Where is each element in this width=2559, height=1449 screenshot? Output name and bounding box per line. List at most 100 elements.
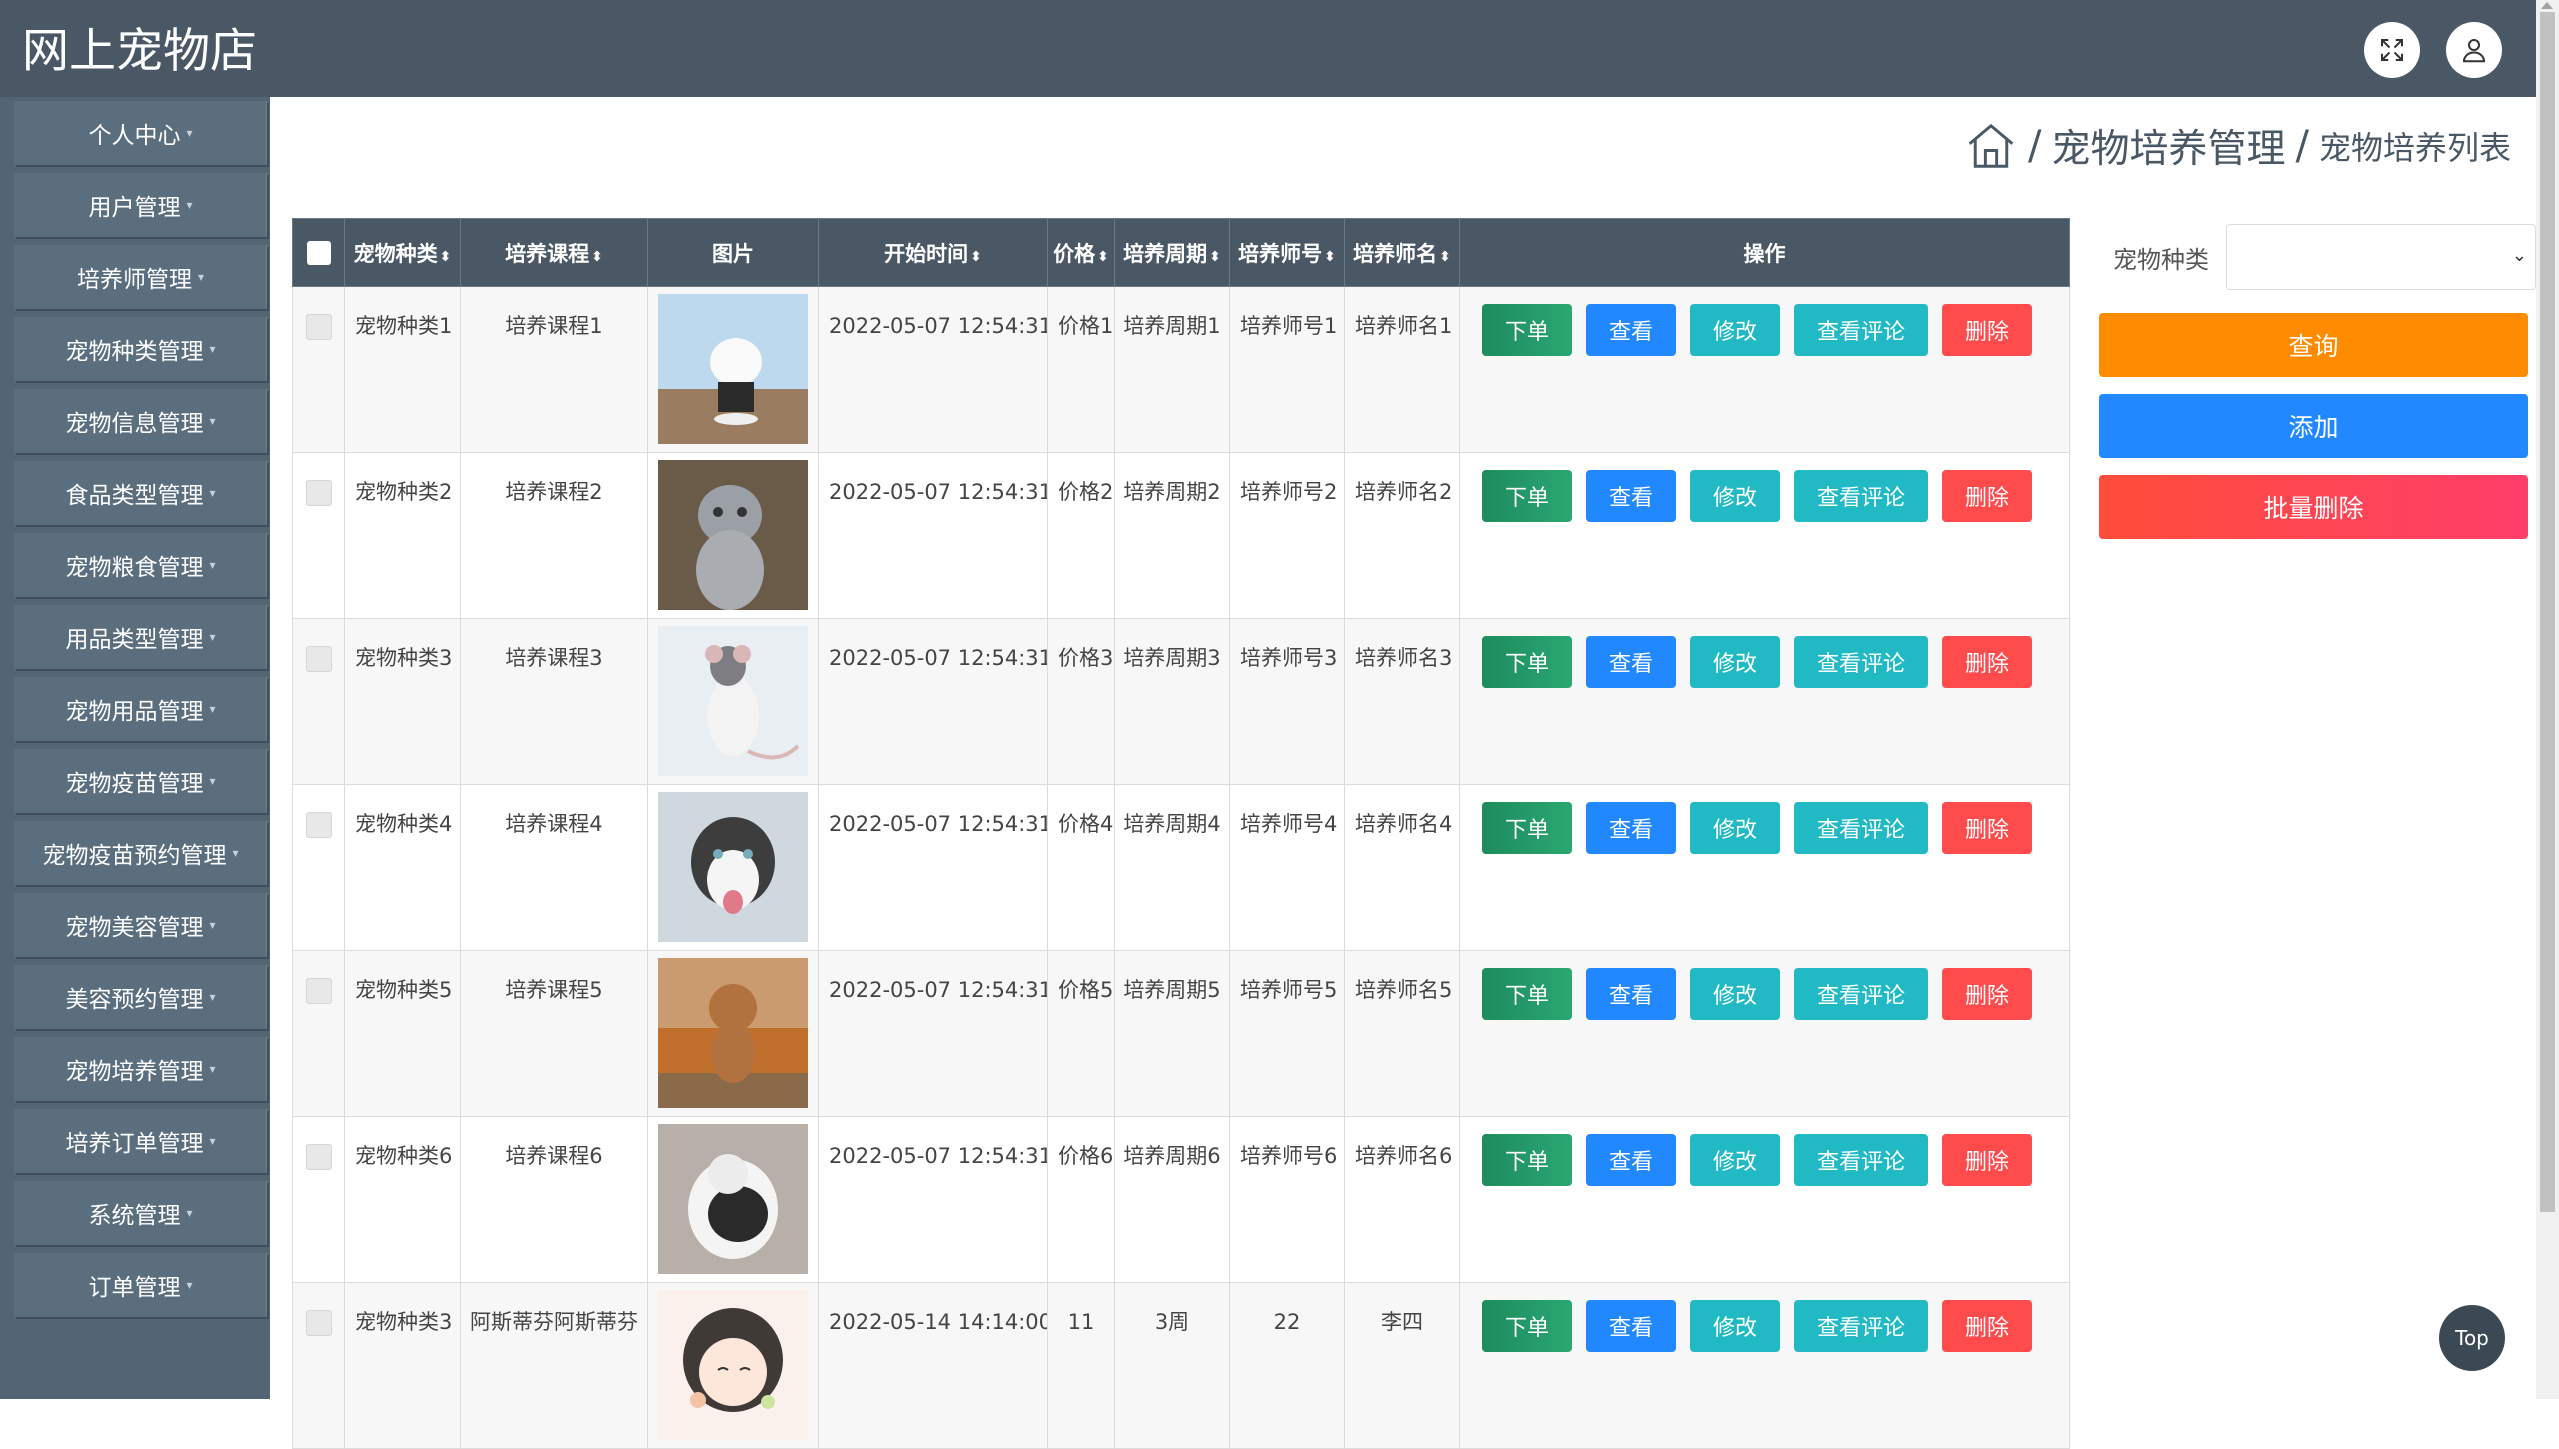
sidebar-item[interactable]: 用品类型管理 ▾ [14,605,267,669]
sidebar-item[interactable]: 宠物用品管理 ▾ [14,677,267,741]
species-select[interactable]: ⌄ [2226,224,2536,290]
view-reviews-button[interactable]: 查看评论 [1794,968,1928,1020]
white-dog-photo [658,294,808,444]
header-price[interactable]: 价格 ⬍ [1047,218,1115,287]
sidebar-item[interactable]: 个人中心 ▾ [14,101,267,165]
chevron-down-icon: ▾ [232,846,239,860]
delete-button[interactable]: 删除 [1942,636,2032,688]
period-value: 培养周期3 [1123,646,1221,670]
sidebar-item-label: 食品类型管理 [65,483,204,509]
sidebar-item[interactable]: 订单管理 ▾ [14,1253,267,1317]
view-reviews-button[interactable]: 查看评论 [1794,1134,1928,1186]
order-button[interactable]: 下单 [1482,304,1572,356]
row-checkbox[interactable] [305,646,332,672]
sidebar-item[interactable]: 宠物信息管理 ▾ [14,389,267,453]
edit-button[interactable]: 修改 [1690,1300,1780,1352]
sidebar-item[interactable]: 美容预约管理 ▾ [14,965,267,1029]
sort-icon: ⬍ [1209,248,1221,265]
fullscreen-button[interactable] [2364,22,2420,78]
row-checkbox[interactable] [305,812,332,838]
sidebar-item[interactable]: 宠物疫苗管理 ▾ [14,749,267,813]
view-button[interactable]: 查看 [1586,1134,1676,1186]
row-checkbox[interactable] [305,978,332,1004]
header-course[interactable]: 培养课程 ⬍ [460,218,648,287]
edit-button[interactable]: 修改 [1690,470,1780,522]
order-button[interactable]: 下单 [1482,968,1572,1020]
view-button[interactable]: 查看 [1586,470,1676,522]
delete-button[interactable]: 删除 [1942,968,2032,1020]
sidebar-item[interactable]: 宠物疫苗预约管理 ▾ [14,821,267,885]
cell-course: 培养课程1 [460,286,648,453]
chevron-down-icon: ⌄ [2511,245,2527,266]
sidebar-item[interactable]: 培养师管理 ▾ [14,245,267,309]
start-time-value: 2022-05-14 14:14:00 [829,1310,1047,1334]
chevron-down-icon: ▾ [209,558,216,572]
row-checkbox[interactable] [305,314,332,340]
sort-icon: ⬍ [1324,248,1336,265]
edit-button[interactable]: 修改 [1690,968,1780,1020]
sidebar-item[interactable]: 宠物种类管理 ▾ [14,317,267,381]
sidebar-item[interactable]: 培养订单管理 ▾ [14,1109,267,1173]
select-all-checkbox[interactable] [306,241,331,265]
edit-button[interactable]: 修改 [1690,304,1780,356]
cell-start-time: 2022-05-07 12:54:31 [818,618,1048,785]
sidebar-item[interactable]: 系统管理 ▾ [14,1181,267,1245]
sidebar-item[interactable]: 宠物培养管理 ▾ [14,1037,267,1101]
checkbox-cell [292,618,345,785]
cell-period: 培养周期2 [1114,452,1230,619]
delete-button[interactable]: 删除 [1942,1300,2032,1352]
batch-delete-button[interactable]: 批量删除 [2099,475,2528,539]
pet-training-table: 宠物种类 ⬍ 培养课程 ⬍ 图片 开始时间 ⬍ 价格 ⬍ 培养周期 ⬍ 培养师号 ⬍ 培养师… [292,218,2070,1449]
view-reviews-button[interactable]: 查看评论 [1794,636,1928,688]
species-value: 宠物种类6 [355,1144,453,1168]
edit-button[interactable]: 修改 [1690,636,1780,688]
scroll-up-arrow-icon[interactable] [2541,2,2553,9]
view-button[interactable]: 查看 [1586,304,1676,356]
sidebar-item[interactable]: 食品类型管理 ▾ [14,461,267,525]
order-button[interactable]: 下单 [1482,470,1572,522]
chevron-down-icon: ▾ [209,630,216,644]
sort-icon: ⬍ [591,248,603,265]
header-species[interactable]: 宠物种类 ⬍ [344,218,461,287]
sidebar-item[interactable]: 用户管理 ▾ [14,173,267,237]
header-trainer-name[interactable]: 培养师名 ⬍ [1344,218,1460,287]
delete-button[interactable]: 删除 [1942,1134,2032,1186]
view-reviews-button[interactable]: 查看评论 [1794,1300,1928,1352]
sidebar-item[interactable]: 宠物粮食管理 ▾ [14,533,267,597]
header-start-time[interactable]: 开始时间 ⬍ [818,218,1048,287]
trainer-name-value: 培养师名6 [1355,1144,1453,1168]
home-icon[interactable] [1964,119,2018,173]
trainer-no-value: 培养师号2 [1240,480,1338,504]
order-button[interactable]: 下单 [1482,1300,1572,1352]
view-reviews-button[interactable]: 查看评论 [1794,802,1928,854]
period-value: 3周 [1154,1310,1190,1334]
row-checkbox[interactable] [305,1144,332,1170]
sidebar-item[interactable]: 宠物美容管理 ▾ [14,893,267,957]
user-menu-button[interactable] [2446,22,2502,78]
scrollbar-thumb[interactable] [2540,12,2555,1212]
breadcrumb-level1[interactable]: 宠物培养管理 [2051,118,2285,174]
header-period[interactable]: 培养周期 ⬍ [1114,218,1230,287]
view-button[interactable]: 查看 [1586,1300,1676,1352]
view-reviews-button[interactable]: 查看评论 [1794,304,1928,356]
view-reviews-button[interactable]: 查看评论 [1794,470,1928,522]
delete-button[interactable]: 删除 [1942,802,2032,854]
delete-button[interactable]: 删除 [1942,304,2032,356]
header-trainer-no[interactable]: 培养师号 ⬍ [1229,218,1345,287]
order-button[interactable]: 下单 [1482,1134,1572,1186]
edit-button[interactable]: 修改 [1690,802,1780,854]
back-to-top-button[interactable]: Top [2439,1305,2505,1371]
view-button[interactable]: 查看 [1586,636,1676,688]
view-button[interactable]: 查看 [1586,968,1676,1020]
row-checkbox[interactable] [305,1310,332,1336]
delete-button[interactable]: 删除 [1942,470,2032,522]
add-button[interactable]: 添加 [2099,394,2528,458]
edit-button[interactable]: 修改 [1690,1134,1780,1186]
query-button[interactable]: 查询 [2099,313,2528,377]
order-button[interactable]: 下单 [1482,802,1572,854]
order-button[interactable]: 下单 [1482,636,1572,688]
table-row: 宠物种类2 培养课程2 2022-05-07 12:54:31 价格2 培养周期2 培养师… [292,452,2070,619]
view-button[interactable]: 查看 [1586,802,1676,854]
row-checkbox[interactable] [305,480,332,506]
cell-course: 阿斯蒂芬阿斯蒂芬 [460,1282,648,1449]
